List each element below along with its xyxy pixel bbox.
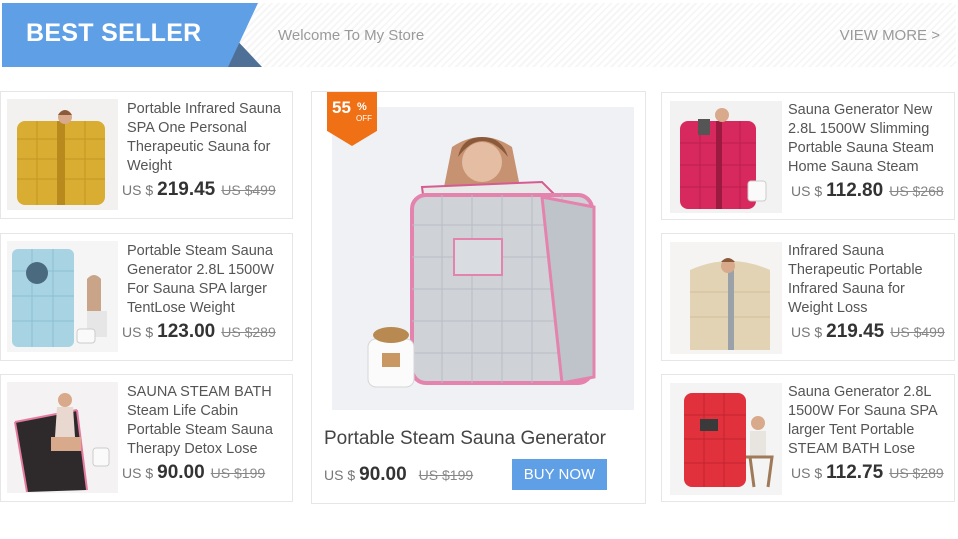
currency: US $ bbox=[791, 183, 823, 199]
currency: US $ bbox=[122, 182, 154, 198]
price-row: US $112.80 US $268 bbox=[791, 180, 944, 202]
product-name[interactable]: Sauna Generator 2.8L 1500W For Sauna SPA… bbox=[788, 383, 948, 461]
product-name[interactable]: Portable Steam Sauna Generator 2.8L 1500… bbox=[127, 242, 286, 320]
currency: US $ bbox=[791, 324, 823, 340]
featured-product-title[interactable]: Portable Steam Sauna Generator bbox=[324, 428, 606, 450]
original-price: US $289 bbox=[221, 324, 276, 340]
product-image[interactable] bbox=[7, 382, 118, 493]
product-image[interactable] bbox=[670, 101, 782, 213]
product-card[interactable]: SAUNA STEAM BATH Steam Life Cabin Portab… bbox=[0, 374, 293, 502]
original-price: US $289 bbox=[889, 465, 944, 481]
featured-price: 90.00 bbox=[359, 464, 407, 485]
discount-off-label: OFF bbox=[356, 114, 372, 123]
product-name[interactable]: Sauna Generator New 2.8L 1500W Slimming … bbox=[788, 101, 948, 179]
price-row: US $219.45 US $499 bbox=[122, 179, 276, 201]
currency: US $ bbox=[122, 465, 154, 481]
product-image[interactable] bbox=[7, 241, 118, 352]
product-name[interactable]: SAUNA STEAM BATH Steam Life Cabin Portab… bbox=[127, 383, 286, 461]
product-card[interactable]: Sauna Generator New 2.8L 1500W Slimming … bbox=[661, 92, 955, 220]
featured-original-price: US $199 bbox=[418, 467, 474, 483]
product-card[interactable]: Portable Steam Sauna Generator 2.8L 1500… bbox=[0, 233, 293, 361]
product-card[interactable]: Infrared Sauna Therapeutic Portable Infr… bbox=[661, 233, 955, 361]
original-price: US $268 bbox=[889, 183, 944, 199]
product-price: 112.75 bbox=[826, 462, 884, 483]
original-price: US $499 bbox=[890, 324, 945, 340]
featured-price-row: US $90.00 US $199 bbox=[324, 464, 473, 486]
discount-value: 55 bbox=[332, 98, 351, 117]
product-name[interactable]: Portable Infrared Sauna SPA One Personal… bbox=[127, 100, 286, 178]
best-seller-banner: BEST SELLER Welcome To My Store VIEW MOR… bbox=[2, 3, 956, 67]
product-name[interactable]: Infrared Sauna Therapeutic Portable Infr… bbox=[788, 242, 948, 320]
price-row: US $123.00 US $289 bbox=[122, 321, 276, 343]
discount-percent-sign: % bbox=[357, 101, 367, 113]
price-row: US $90.00 US $199 bbox=[122, 462, 265, 484]
product-price: 219.45 bbox=[157, 179, 216, 200]
buy-now-button[interactable]: BUY NOW bbox=[512, 459, 607, 490]
product-price: 112.80 bbox=[826, 180, 884, 201]
product-price: 219.45 bbox=[826, 321, 885, 342]
price-row: US $219.45 US $499 bbox=[791, 321, 945, 343]
product-card[interactable]: Sauna Generator 2.8L 1500W For Sauna SPA… bbox=[661, 374, 955, 502]
product-image[interactable] bbox=[7, 99, 118, 210]
price-row: US $112.75 US $289 bbox=[791, 462, 944, 484]
view-more-link[interactable]: VIEW MORE > bbox=[840, 27, 940, 44]
product-price: 123.00 bbox=[157, 321, 216, 342]
currency: US $ bbox=[791, 465, 823, 481]
featured-product-card[interactable]: 55 % OFF Portable Steam Sauna Generator … bbox=[311, 91, 646, 504]
original-price: US $199 bbox=[210, 465, 266, 481]
original-price: US $499 bbox=[221, 182, 276, 198]
currency: US $ bbox=[122, 324, 154, 340]
product-image[interactable] bbox=[670, 242, 782, 354]
currency: US $ bbox=[324, 467, 356, 483]
banner-title: BEST SELLER bbox=[26, 19, 202, 47]
product-price: 90.00 bbox=[157, 462, 205, 483]
product-image[interactable] bbox=[670, 383, 782, 495]
product-card[interactable]: Portable Infrared Sauna SPA One Personal… bbox=[0, 91, 293, 219]
welcome-text: Welcome To My Store bbox=[278, 27, 425, 44]
featured-product-image[interactable] bbox=[332, 107, 634, 410]
